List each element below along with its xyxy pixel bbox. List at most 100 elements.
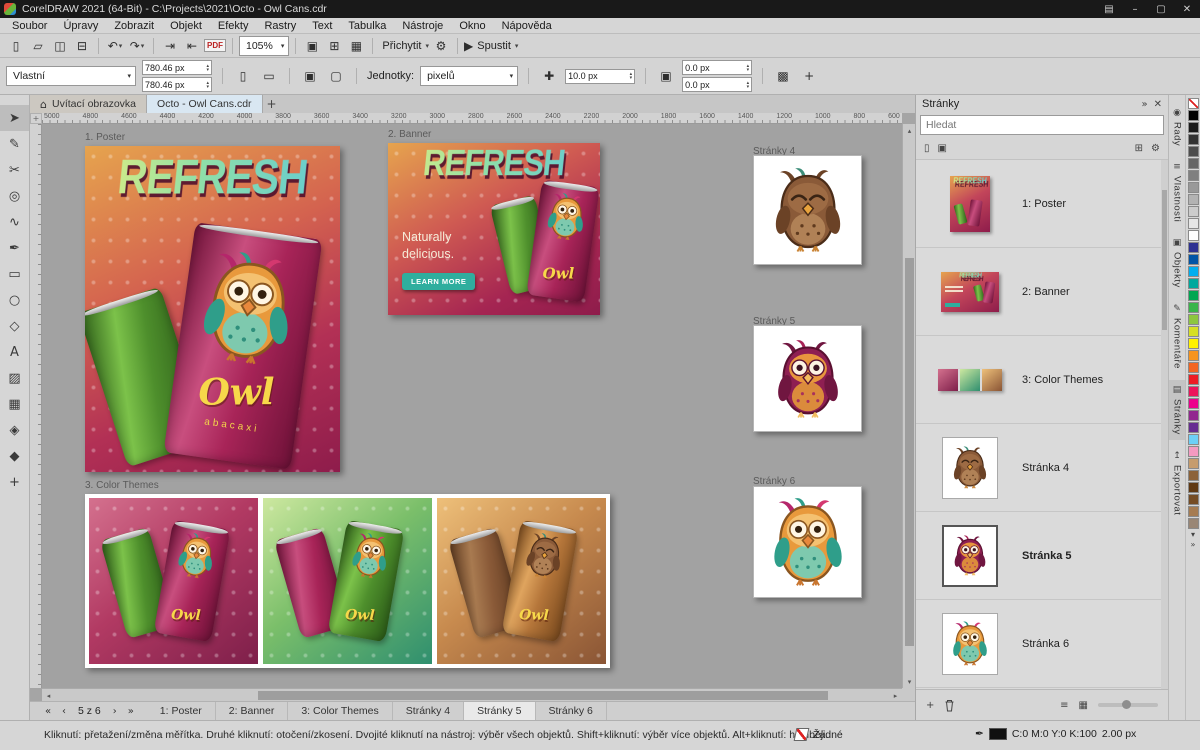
new-tab-button[interactable]: + [263,95,281,113]
current-page-icon[interactable]: ▢ [326,66,346,86]
palette-color-swatch[interactable] [1188,290,1199,301]
menu-item[interactable]: Zobrazit [106,18,162,34]
palette-flyout-icon[interactable]: » [1191,540,1196,549]
page-5[interactable] [753,325,862,432]
mesh-fill-tool[interactable]: ▦ [0,391,29,417]
text-tool[interactable]: A [0,339,29,365]
fill-indicator[interactable]: Žádné [795,728,843,741]
freehand-tool[interactable]: ∿ [0,209,29,235]
rectangle-tool[interactable]: ▭ [0,261,29,287]
palette-color-swatch[interactable] [1188,278,1199,289]
no-color-swatch[interactable] [1188,98,1199,109]
docker-view-icon[interactable]: ⊞ [1135,143,1143,154]
docker-collapse-icon[interactable]: » [1141,99,1147,110]
palette-color-swatch[interactable] [1188,218,1199,229]
duplicate-y-field[interactable]: 0.0 px▴▾ [682,77,752,92]
nudge-distance-field[interactable]: 10.0 px▴▾ [565,69,635,84]
delete-page-trash-icon[interactable] [944,699,955,712]
palette-color-swatch[interactable] [1188,518,1199,529]
palette-color-swatch[interactable] [1188,230,1199,241]
docker-close-icon[interactable]: ✕ [1154,99,1162,110]
ruler-origin[interactable]: + [30,113,42,124]
vertical-scrollbar[interactable]: ▴ ▾ [902,124,915,688]
docker-tab[interactable]: ✎ Komentáře [1169,299,1186,374]
more-tools-button[interactable]: + [0,469,29,495]
palette-color-swatch[interactable] [1188,446,1199,457]
palette-color-swatch[interactable] [1188,350,1199,361]
landscape-orientation-icon[interactable]: ▭ [259,66,279,86]
pages-docker-item[interactable]: Stránka 4 [916,424,1168,512]
slider-handle[interactable] [1122,700,1131,709]
horizontal-scrollbar[interactable]: ◂ ▸ [42,688,902,701]
add-control-icon[interactable]: + [799,66,819,86]
transparency-tool[interactable]: ▨ [0,365,29,391]
thumbnail-size-slider[interactable] [1098,703,1158,707]
docker-tab[interactable]: ↥ Exportovat [1169,446,1186,520]
pages-docker-item[interactable]: REFRESH 1: Poster [916,160,1168,248]
docker-scroll-thumb[interactable] [1162,190,1167,330]
palette-color-swatch[interactable] [1188,386,1199,397]
ellipse-tool[interactable]: ○ [0,287,29,313]
palette-color-swatch[interactable] [1188,314,1199,325]
polygon-tool[interactable]: ◇ [0,313,29,339]
palette-color-swatch[interactable] [1188,122,1199,133]
print-icon[interactable]: ⊟ [72,36,92,56]
magenta-can[interactable]: Owl [526,180,600,303]
palette-color-swatch[interactable] [1188,110,1199,121]
learn-more-button[interactable]: LEARN MORE [402,273,475,290]
palette-color-swatch[interactable] [1188,146,1199,157]
page-caption-poster[interactable]: 1. Poster [85,132,125,143]
menu-item[interactable]: Nápověda [494,18,560,34]
pages-docker-item-selected[interactable]: Stránka 5 [916,512,1168,600]
launch-button[interactable]: ▶Spustit▾ [464,36,518,56]
page-4[interactable] [753,155,862,265]
page-tab[interactable]: Stránky 6 [536,702,607,721]
magenta-can[interactable]: Owl abacaxi [163,222,322,470]
menu-item[interactable]: Efekty [210,18,257,34]
palette-color-swatch[interactable] [1188,470,1199,481]
treat-as-filled-icon[interactable]: ▩ [773,66,793,86]
palette-color-swatch[interactable] [1188,434,1199,445]
page-spread-icon[interactable]: ▣ [938,143,947,154]
maximize-button[interactable]: ▢ [1148,0,1174,18]
palette-color-swatch[interactable] [1188,158,1199,169]
docker-tab[interactable]: ▤ Stránky [1169,380,1186,440]
import-icon[interactable]: ⇥ [160,36,180,56]
stepper-icons[interactable]: ▴▾ [206,81,209,89]
page-caption-banner[interactable]: 2. Banner [388,129,431,140]
palette-color-swatch[interactable] [1188,458,1199,469]
rulers-toggle-icon[interactable]: ⊞ [324,36,344,56]
palette-color-swatch[interactable] [1188,482,1199,493]
zoom-tool[interactable]: ◎ [0,183,29,209]
palette-color-swatch[interactable] [1188,266,1199,277]
palette-color-swatch[interactable] [1188,422,1199,433]
all-pages-icon[interactable]: ▣ [300,66,320,86]
menu-item[interactable]: Soubor [4,18,55,34]
home-tab[interactable]: ⌂Uvítací obrazovka [30,95,147,113]
page-height-field[interactable]: 780.46 px▴▾ [142,77,212,92]
fullscreen-preview-icon[interactable]: ▣ [302,36,322,56]
export-icon[interactable]: ⇤ [182,36,202,56]
poster-page[interactable]: REFRESH Owl abacaxi [85,146,340,472]
save-icon[interactable]: ◫ [50,36,70,56]
palette-color-swatch[interactable] [1188,206,1199,217]
add-page-icon[interactable]: + [926,700,934,711]
open-icon[interactable]: ▱ [28,36,48,56]
undo-button[interactable]: ↶▾ [105,36,125,56]
page-caption-themes[interactable]: 3. Color Themes [85,480,159,491]
previous-page-button[interactable]: ‹ [56,706,72,717]
menu-item[interactable]: Okno [451,18,493,34]
page-tab[interactable]: 3: Color Themes [288,702,392,721]
eyedropper-tool[interactable]: ◈ [0,417,29,443]
vertical-scroll-thumb[interactable] [905,258,914,646]
duplicate-x-field[interactable]: 0.0 px▴▾ [682,60,752,75]
pages-docker-item[interactable]: 3: Color Themes [916,336,1168,424]
stepper-icons[interactable]: ▴▾ [747,64,750,72]
docker-scrollbar[interactable] [1161,160,1168,689]
palette-color-swatch[interactable] [1188,326,1199,337]
menu-item[interactable]: Tabulka [340,18,394,34]
last-page-button[interactable]: » [123,706,139,717]
palette-color-swatch[interactable] [1188,506,1199,517]
horizontal-scroll-thumb[interactable] [258,691,828,700]
page-width-field[interactable]: 780.46 px▴▾ [142,60,212,75]
